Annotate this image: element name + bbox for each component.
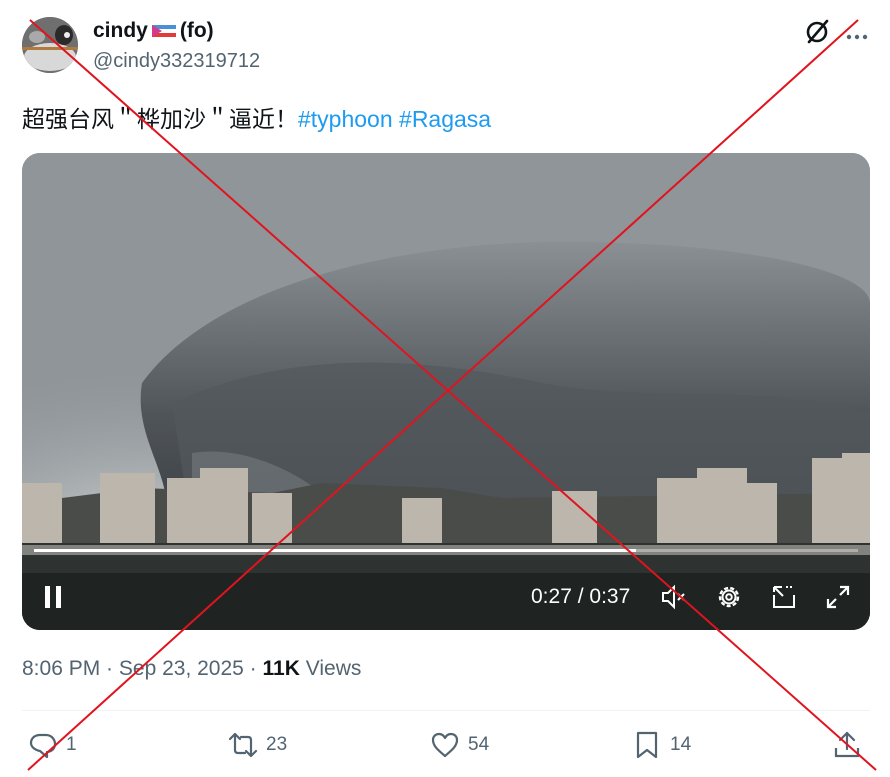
fullscreen-icon xyxy=(826,585,850,609)
bookmark-count: 14 xyxy=(670,734,692,755)
mute-icon xyxy=(662,584,685,610)
video-progress-bar[interactable] xyxy=(34,549,858,552)
pause-button[interactable] xyxy=(42,585,66,609)
display-name-suffix: (fo) xyxy=(179,19,214,42)
reply-icon xyxy=(29,733,57,759)
settings-button[interactable] xyxy=(715,583,743,611)
display-name[interactable]: cindy (fo) xyxy=(93,19,214,43)
reply-button[interactable]: 1 xyxy=(28,730,77,760)
tweet-body: 超强台风＂桦加沙＂逼近！ xyxy=(22,106,298,132)
tweet-meta: 8:06 PM · Sep 23, 2025 · 11K Views xyxy=(22,657,361,681)
like-button[interactable]: 54 xyxy=(430,730,489,760)
video-player[interactable]: 0:27 / 0:37 xyxy=(22,153,870,630)
hashtag-link[interactable]: #Ragasa xyxy=(399,106,491,132)
video-current-time: 0:27 xyxy=(531,585,572,608)
share-icon xyxy=(834,731,860,758)
reply-count: 1 xyxy=(66,734,77,755)
settings-icon xyxy=(718,586,740,608)
fullscreen-button[interactable] xyxy=(824,583,852,611)
mute-button[interactable] xyxy=(660,583,688,611)
like-count: 54 xyxy=(468,734,490,755)
video-duration: 0:37 xyxy=(589,585,631,608)
views-label: Views xyxy=(299,657,362,680)
pop-out-button[interactable] xyxy=(770,583,798,611)
divider xyxy=(22,710,870,711)
tweet-time[interactable]: 8:06 PM xyxy=(22,657,100,680)
pop-out-icon xyxy=(773,586,795,608)
pause-icon xyxy=(45,586,61,608)
repost-count: 23 xyxy=(266,734,288,755)
flag-emoji-icon xyxy=(150,22,178,40)
bookmark-button[interactable]: 14 xyxy=(632,730,691,760)
video-progress-fill xyxy=(34,549,636,552)
user-handle[interactable]: @cindy332319712 xyxy=(93,50,260,73)
video-frame xyxy=(22,153,870,630)
tweet-date[interactable]: Sep 23, 2025 xyxy=(119,657,244,680)
tweet-text: 超强台风＂桦加沙＂逼近！#typhoon #Ragasa xyxy=(22,100,491,134)
meta-dot: · xyxy=(100,657,119,680)
meta-dot: · xyxy=(243,657,263,680)
video-time: 0:27 / 0:37 xyxy=(531,585,630,609)
video-time-separator: / xyxy=(571,585,590,608)
hashtag-link[interactable]: #typhoon xyxy=(298,106,393,132)
bookmark-icon xyxy=(636,731,658,759)
grok-icon[interactable] xyxy=(803,18,831,46)
avatar[interactable] xyxy=(22,17,78,73)
repost-button[interactable]: 23 xyxy=(228,730,287,760)
heart-icon xyxy=(431,732,459,758)
display-name-text: cindy xyxy=(93,19,148,42)
more-options-icon[interactable] xyxy=(845,28,869,40)
share-button[interactable] xyxy=(832,730,862,760)
repost-icon xyxy=(228,732,258,758)
views-count: 11K xyxy=(262,657,300,680)
